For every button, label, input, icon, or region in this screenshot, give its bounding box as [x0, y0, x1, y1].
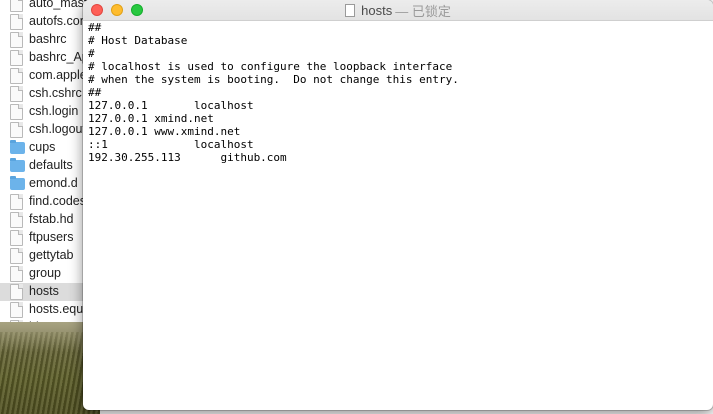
- text-line[interactable]: # when the system is booting. Do not cha…: [88, 73, 459, 86]
- finder-item-label: defaults: [29, 158, 73, 172]
- finder-item-label: com.apple: [29, 68, 87, 82]
- finder-item-label: gettytab: [29, 248, 74, 262]
- window-title[interactable]: hosts: [361, 3, 392, 18]
- document-icon: [10, 230, 23, 246]
- finder-item-label: cups: [29, 140, 56, 154]
- document-icon: [10, 284, 23, 300]
- finder-item-label: csh.login: [29, 104, 79, 118]
- document-icon: [10, 122, 23, 138]
- text-line[interactable]: ::1 localhost: [88, 138, 254, 151]
- locked-status[interactable]: — 已锁定: [395, 1, 451, 20]
- document-icon: [10, 50, 23, 66]
- text-line[interactable]: 127.0.0.1 www.xmind.net: [88, 125, 240, 138]
- text-line[interactable]: 127.0.0.1 xmind.net: [88, 112, 214, 125]
- document-icon: [10, 104, 23, 120]
- textedit-window: hosts — 已锁定 ## # Host Database # # localhos…: [83, 0, 713, 410]
- finder-item-label: fstab.hd: [29, 212, 74, 226]
- document-icon: [10, 212, 23, 228]
- text-line[interactable]: 127.0.0.1 localhost: [88, 99, 254, 112]
- text-line[interactable]: ##: [88, 21, 101, 34]
- document-icon: [10, 0, 23, 12]
- document-icon: [10, 194, 23, 210]
- text-line[interactable]: 192.30.255.113 github.com: [88, 151, 287, 164]
- text-line[interactable]: # Host Database: [88, 34, 187, 47]
- finder-item-label: hosts: [29, 284, 59, 298]
- window-titlebar[interactable]: hosts — 已锁定: [83, 0, 713, 21]
- document-icon: [10, 302, 23, 318]
- text-line[interactable]: ##: [88, 86, 101, 99]
- folder-icon: [10, 176, 25, 190]
- finder-item-label: emond.d: [29, 176, 78, 190]
- document-icon: [10, 248, 23, 264]
- document-icon: [10, 14, 23, 30]
- text-editor-area[interactable]: ## # Host Database # # localhost is used to…: [87, 21, 707, 406]
- finder-item-label: ftpusers: [29, 230, 74, 244]
- text-line[interactable]: # localhost is used to configure the loo…: [88, 60, 452, 73]
- finder-item-label: group: [29, 266, 61, 280]
- text-line[interactable]: #: [88, 47, 95, 60]
- folder-icon: [10, 158, 25, 172]
- document-icon: [10, 86, 23, 102]
- finder-item-label: bashrc: [29, 32, 67, 46]
- document-icon: [10, 32, 23, 48]
- finder-item-label: csh.logout: [29, 122, 86, 136]
- document-icon[interactable]: [345, 4, 356, 17]
- document-icon: [10, 266, 23, 282]
- finder-item-label: autofs.conf: [29, 14, 91, 28]
- window-title-group: hosts — 已锁定: [83, 0, 713, 21]
- finder-item-label: csh.cshrc: [29, 86, 82, 100]
- document-icon: [10, 68, 23, 84]
- finder-item-label: find.codes: [29, 194, 86, 208]
- folder-icon: [10, 140, 25, 154]
